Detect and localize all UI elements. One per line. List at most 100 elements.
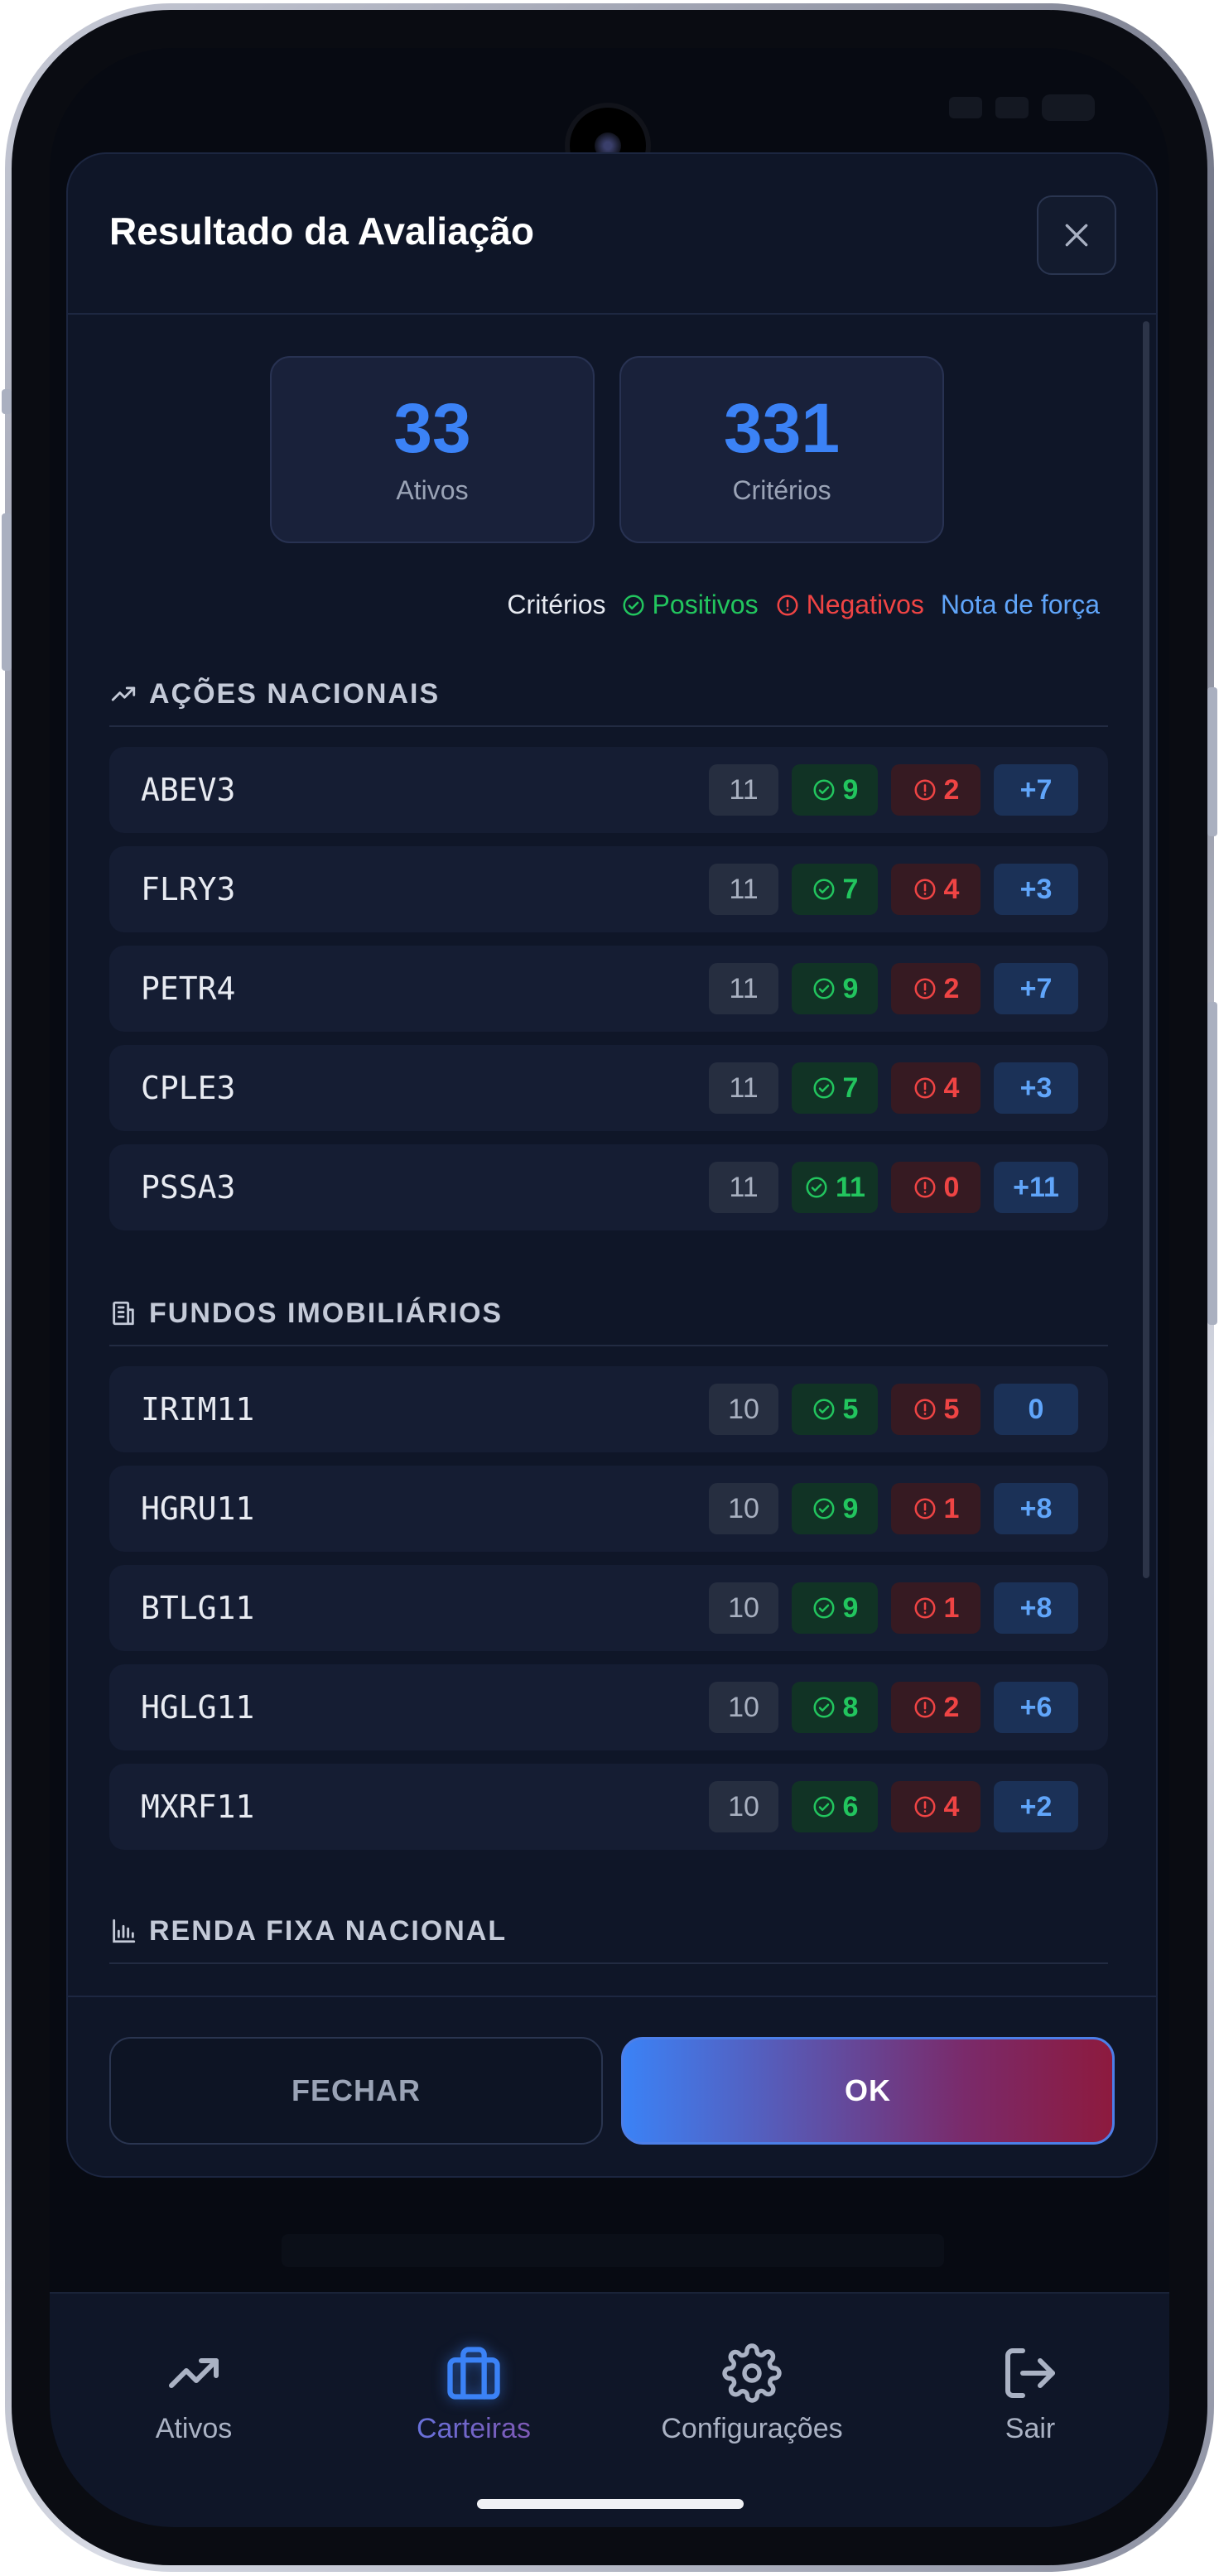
criteria-badges: 10 5 5 0	[709, 1384, 1078, 1435]
asset-row[interactable]: ABEV3 11 9 2 +7	[109, 747, 1108, 833]
asset-row[interactable]: FLRY3 11 7 4 +3	[109, 846, 1108, 932]
asset-ticker: IRIM11	[141, 1391, 255, 1428]
check-circle-icon	[813, 1697, 835, 1718]
building-icon	[113, 1301, 134, 1326]
status-icons	[949, 94, 1095, 121]
close-modal-button[interactable]: FECHAR	[109, 2037, 603, 2145]
asset-row[interactable]: HGLG11 10 8 2 +6	[109, 1664, 1108, 1750]
nav-item-carteiras[interactable]: Carteiras	[349, 2340, 598, 2445]
criteria-badges: 11 9 2 +7	[709, 764, 1078, 816]
asset-row[interactable]: HGRU11 10 9 1 +8	[109, 1466, 1108, 1552]
total-criteria-badge: 11	[709, 764, 778, 816]
positive-badge: 5	[792, 1384, 878, 1435]
ok-button[interactable]: OK	[621, 2037, 1115, 2145]
stat-value: 331	[723, 389, 841, 467]
asset-ticker: PETR4	[141, 970, 236, 1007]
asset-ticker: HGLG11	[141, 1689, 255, 1726]
total-criteria-badge: 10	[709, 1483, 778, 1534]
stats-summary: 33 Ativos 331 Critérios	[270, 356, 944, 543]
positive-count: 9	[842, 972, 859, 1004]
negative-count: 4	[943, 1071, 960, 1104]
alert-circle-icon	[914, 779, 936, 801]
nav-item-configuracoes[interactable]: Configurações	[628, 2340, 876, 2445]
legend: Critérios Positivos Negativos Nota de fo…	[507, 590, 1100, 620]
criteria-badges: 11 11 0 +11	[709, 1162, 1078, 1213]
section-header: FUNDOS IMOBILIÁRIOS	[109, 1282, 1108, 1346]
evaluation-result-modal: Resultado da Avaliação 33 Ativos 331 Cri…	[66, 152, 1158, 2178]
logout-icon	[1005, 2348, 1055, 2398]
strength-score-badge: +11	[994, 1162, 1078, 1213]
alert-circle-icon	[914, 879, 936, 900]
positive-badge: 9	[792, 764, 878, 816]
asset-row[interactable]: PSSA3 11 11 0 +11	[109, 1144, 1108, 1230]
bottom-nav: Ativos Carteiras Configurações Sair	[50, 2292, 1169, 2527]
asset-row[interactable]: MXRF11 10 6 4 +2	[109, 1764, 1108, 1850]
positive-badge: 7	[792, 864, 878, 915]
total-criteria-badge: 11	[709, 1062, 778, 1114]
close-button[interactable]	[1037, 195, 1116, 275]
section-renda-fixa-nacional: RENDA FIXA NACIONAL	[109, 1899, 1108, 1964]
criteria-badges: 11 7 4 +3	[709, 1062, 1078, 1114]
check-circle-icon	[813, 1796, 835, 1818]
negative-badge: 4	[891, 864, 980, 915]
positive-count: 5	[842, 1393, 859, 1425]
positive-badge: 11	[792, 1162, 878, 1213]
asset-ticker: PSSA3	[141, 1169, 236, 1206]
asset-ticker: FLRY3	[141, 871, 236, 908]
home-indicator	[477, 2499, 744, 2509]
asset-row[interactable]: BTLG11 10 9 1 +8	[109, 1565, 1108, 1651]
negative-badge: 2	[891, 963, 980, 1014]
section-fundos-imobiliarios: FUNDOS IMOBILIÁRIOS IRIM11 10 5 5 0 HGRU11 10 9…	[109, 1282, 1108, 1850]
background-content	[282, 2234, 944, 2267]
alert-circle-icon	[914, 1498, 936, 1519]
criteria-badges: 10 9 1 +8	[709, 1582, 1078, 1634]
modal-body[interactable]: 33 Ativos 331 Critérios Critérios Positi…	[68, 316, 1156, 1999]
negative-count: 2	[943, 972, 960, 1004]
legend-positive-label: Positivos	[652, 590, 759, 619]
alert-circle-icon	[914, 1597, 936, 1619]
criteria-badges: 11 9 2 +7	[709, 963, 1078, 1014]
modal-footer: FECHAR OK	[68, 1996, 1156, 2176]
alert-circle-icon	[914, 1697, 936, 1718]
positive-badge: 8	[792, 1682, 878, 1733]
legend-negative: Negativos	[775, 590, 924, 620]
negative-count: 0	[943, 1171, 960, 1203]
stat-card-assets: 33 Ativos	[270, 356, 595, 543]
negative-count: 4	[943, 1790, 960, 1822]
total-criteria-badge: 11	[709, 864, 778, 915]
side-button	[2, 513, 12, 671]
strength-score-badge: +3	[994, 864, 1078, 915]
total-criteria-badge: 10	[709, 1384, 778, 1435]
check-circle-icon	[813, 1498, 835, 1519]
negative-badge: 2	[891, 764, 980, 816]
criteria-badges: 10 8 2 +6	[709, 1682, 1078, 1733]
positive-count: 9	[842, 773, 859, 806]
check-circle-icon	[813, 779, 835, 801]
asset-row[interactable]: IRIM11 10 5 5 0	[109, 1366, 1108, 1452]
positive-badge: 9	[792, 1483, 878, 1534]
total-criteria-badge: 10	[709, 1582, 778, 1634]
scrollbar[interactable]	[1143, 321, 1149, 1578]
legend-strength: Nota de força	[940, 590, 1100, 619]
criteria-badges: 11 7 4 +3	[709, 864, 1078, 915]
strength-score-badge: +7	[994, 764, 1078, 816]
negative-count: 4	[943, 873, 960, 905]
total-criteria-badge: 11	[709, 963, 778, 1014]
side-button	[2, 389, 12, 414]
asset-row[interactable]: PETR4 11 9 2 +7	[109, 946, 1108, 1032]
negative-badge: 1	[891, 1582, 980, 1634]
legend-negative-label: Negativos	[806, 590, 924, 619]
nav-item-sair[interactable]: Sair	[906, 2340, 1154, 2445]
check-circle-icon	[813, 978, 835, 999]
negative-count: 5	[943, 1393, 960, 1425]
section-acoes-nacionais: AÇÕES NACIONAIS ABEV3 11 9 2 +7 FLRY3 11 7 4 +3 PE…	[109, 662, 1108, 1230]
trending-up-icon	[111, 686, 136, 701]
side-button	[1207, 1002, 1217, 1325]
bar-chart-icon	[113, 1919, 136, 1943]
negative-badge: 1	[891, 1483, 980, 1534]
nav-item-ativos[interactable]: Ativos	[70, 2340, 318, 2445]
strength-score-badge: +7	[994, 963, 1078, 1014]
stat-value: 33	[393, 389, 471, 467]
asset-row[interactable]: CPLE3 11 7 4 +3	[109, 1045, 1108, 1131]
asset-ticker: MXRF11	[141, 1789, 255, 1825]
